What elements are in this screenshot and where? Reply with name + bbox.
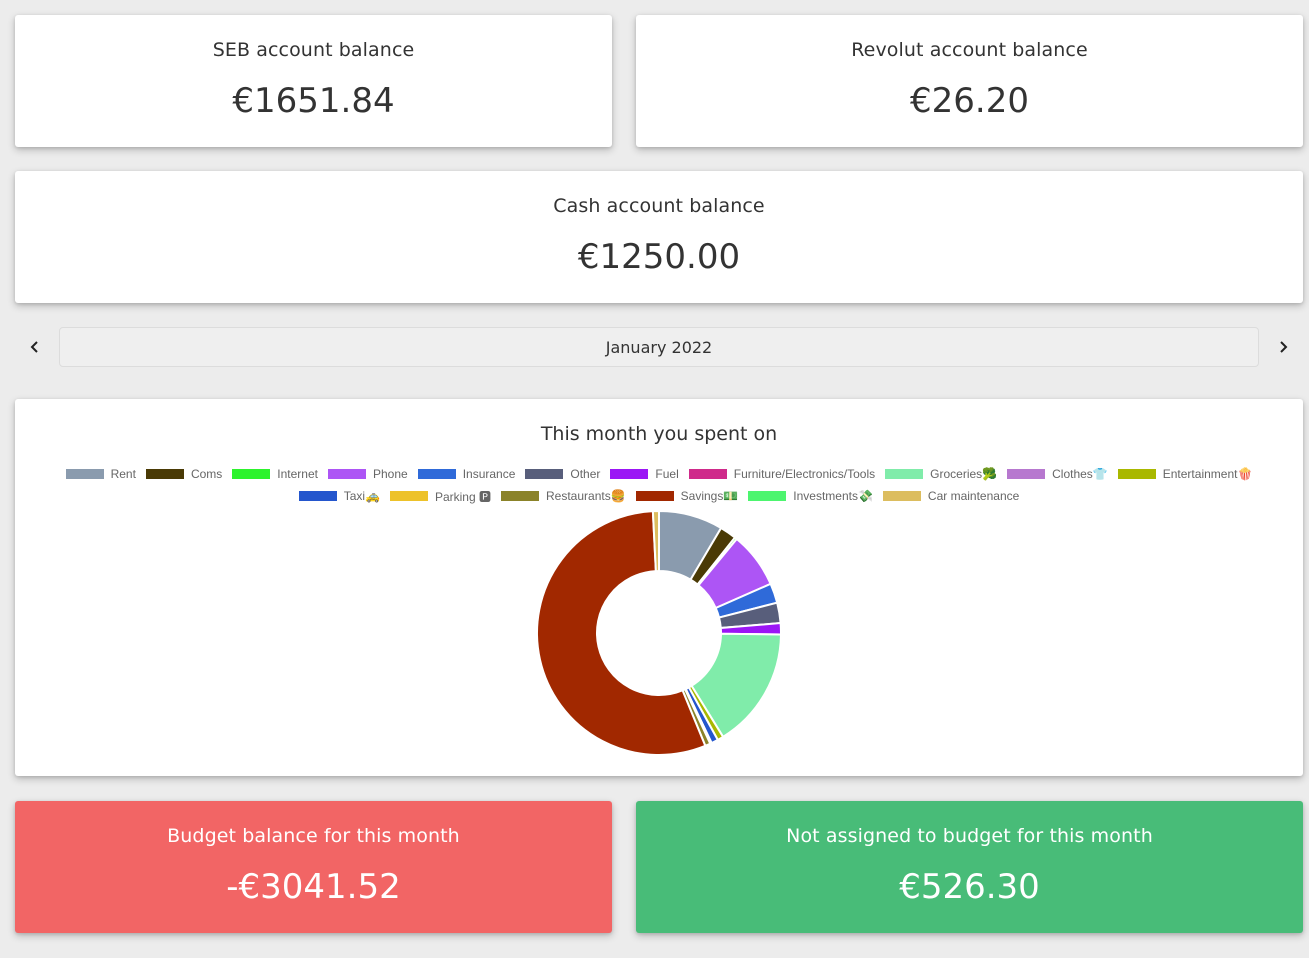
- legend-swatch: [145, 469, 184, 479]
- legend-label: Phone: [372, 467, 408, 481]
- legend-row: Rent Coms Internet Phone Insurance Other Fuel F…: [15, 463, 1303, 485]
- revolut-balance-value: €26.20: [910, 81, 1029, 121]
- legend-item[interactable]: Fuel: [610, 467, 679, 481]
- legend-swatch: [501, 491, 539, 501]
- budget-balance-card: Budget balance for this month -€3041.52: [15, 801, 612, 933]
- legend-item[interactable]: Investments💸: [748, 489, 873, 503]
- spending-chart-card: This month you spent on Rent Coms Internet…: [15, 399, 1303, 776]
- chart-title: This month you spent on: [540, 423, 778, 445]
- legend-label: Taxi🚕: [343, 489, 380, 503]
- seb-balance-value: €1651.84: [232, 81, 395, 121]
- legend-swatch: [327, 469, 366, 479]
- legend-item[interactable]: Taxi🚕: [298, 489, 380, 503]
- legend-swatch: [389, 491, 428, 501]
- chart-legend: Rent Coms Internet Phone Insurance Other Fuel F…: [15, 463, 1303, 507]
- legend-swatch: [748, 491, 787, 501]
- legend-label: Groceries🥦: [930, 467, 998, 481]
- budget-balance-title: Budget balance for this month: [167, 825, 460, 847]
- cash-balance-title: Cash account balance: [553, 195, 765, 217]
- legend-item[interactable]: Furniture/Electronics/Tools: [688, 467, 876, 481]
- unassigned-balance-card: Not assigned to budget for this month €5…: [636, 801, 1303, 933]
- legend-swatch: [688, 469, 727, 479]
- legend-item[interactable]: Rent: [65, 467, 136, 481]
- legend-swatch: [610, 469, 649, 479]
- legend-label: Entertainment🍿: [1162, 467, 1253, 481]
- unassigned-balance-title: Not assigned to budget for this month: [786, 825, 1153, 847]
- legend-label: Clothes👕: [1052, 467, 1108, 481]
- legend-label: Rent: [110, 467, 136, 481]
- legend-item[interactable]: Clothes👕: [1007, 467, 1108, 481]
- legend-label: Restaurants🍔: [546, 489, 626, 503]
- month-selector[interactable]: January 2022: [59, 327, 1259, 367]
- revolut-balance-title: Revolut account balance: [851, 39, 1088, 61]
- legend-item[interactable]: Insurance: [417, 467, 516, 481]
- legend-row: Taxi🚕 Parking 🅿 Restaurants🍔 Savings💵 Invest…: [15, 485, 1303, 507]
- legend-label: Parking 🅿: [434, 489, 491, 504]
- legend-item[interactable]: Restaurants🍔: [501, 489, 626, 503]
- legend-label: Savings💵: [680, 489, 739, 503]
- prev-month-button[interactable]: [15, 327, 55, 367]
- legend-swatch: [1007, 469, 1046, 479]
- next-month-button[interactable]: [1263, 327, 1303, 367]
- legend-swatch: [65, 469, 104, 479]
- legend-label: Internet: [277, 467, 318, 481]
- legend-label: Furniture/Electronics/Tools: [733, 467, 876, 481]
- legend-swatch: [525, 469, 564, 479]
- legend-item[interactable]: Savings💵: [635, 489, 739, 503]
- chevron-right-icon: [1280, 341, 1288, 353]
- spending-donut-chart[interactable]: [533, 507, 785, 759]
- legend-item[interactable]: Parking 🅿: [389, 488, 491, 505]
- legend-item[interactable]: Car maintenance: [882, 489, 1020, 503]
- legend-swatch: [417, 469, 456, 479]
- legend-swatch: [885, 469, 924, 479]
- seb-balance-card: SEB account balance €1651.84: [15, 15, 612, 147]
- legend-item[interactable]: Phone: [327, 467, 408, 481]
- legend-item[interactable]: Groceries🥦: [885, 467, 997, 481]
- unassigned-balance-value: €526.30: [899, 867, 1040, 907]
- legend-label: Car maintenance: [927, 489, 1020, 503]
- revolut-balance-card: Revolut account balance €26.20: [636, 15, 1303, 147]
- legend-swatch: [882, 491, 921, 501]
- legend-item[interactable]: Other: [525, 467, 600, 481]
- legend-swatch: [1117, 469, 1156, 479]
- legend-item[interactable]: Entertainment🍿: [1117, 467, 1253, 481]
- legend-swatch: [232, 469, 271, 479]
- legend-swatch: [635, 491, 674, 501]
- seb-balance-title: SEB account balance: [212, 39, 415, 61]
- cash-balance-value: €1250.00: [577, 237, 741, 277]
- legend-swatch: [298, 491, 337, 501]
- legend-item[interactable]: Coms: [145, 467, 223, 481]
- cash-balance-card: Cash account balance €1250.00: [15, 171, 1303, 303]
- legend-label: Investments💸: [793, 489, 873, 503]
- chevron-left-icon: [30, 341, 38, 353]
- budget-balance-value: -€3041.52: [226, 867, 401, 907]
- legend-label: Insurance: [462, 467, 516, 481]
- month-navigator: January 2022: [15, 327, 1303, 367]
- legend-label: Coms: [190, 467, 223, 481]
- legend-label: Fuel: [655, 467, 679, 481]
- legend-item[interactable]: Internet: [232, 467, 318, 481]
- legend-label: Other: [570, 467, 601, 481]
